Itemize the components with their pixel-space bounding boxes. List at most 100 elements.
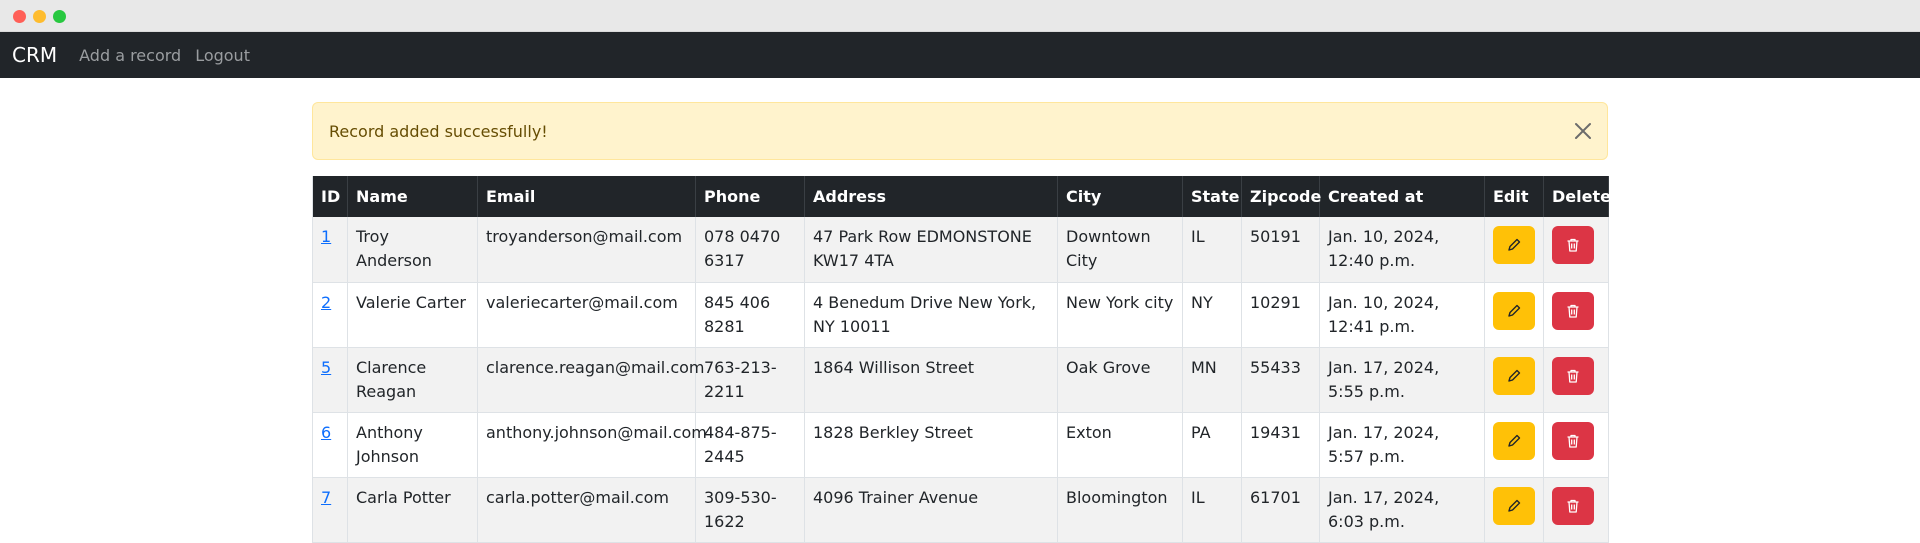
cell-address: 47 Park Row EDMONSTONE KW17 4TA <box>804 217 1058 283</box>
cell-edit <box>1484 412 1544 478</box>
cell-created-at: Jan. 17, 2024, 5:57 p.m. <box>1319 412 1485 478</box>
delete-button[interactable] <box>1552 356 1594 395</box>
record-id-link[interactable]: 6 <box>321 423 331 442</box>
cell-name: Anthony Johnson <box>347 412 478 478</box>
nav-link-logout[interactable]: Logout <box>195 46 250 65</box>
edit-button[interactable] <box>1493 356 1535 395</box>
cell-email: anthony.johnson@mail.com <box>477 412 707 478</box>
window-close-button[interactable] <box>13 10 26 23</box>
trash-icon <box>1567 499 1579 513</box>
success-alert: Record added successfully! <box>312 102 1608 160</box>
cell-email: valeriecarter@mail.com <box>477 282 696 348</box>
window-minimize-button[interactable] <box>33 10 46 23</box>
trash-icon <box>1567 304 1579 318</box>
cell-name: Valerie Carter <box>347 282 478 348</box>
cell-created-at: Jan. 17, 2024, 5:55 p.m. <box>1319 347 1485 413</box>
cell-state: IL <box>1182 217 1242 283</box>
table-row: 6 Anthony Johnson anthony.johnson@mail.c… <box>312 412 1609 478</box>
header-created-at: Created at <box>1319 176 1485 217</box>
edit-button[interactable] <box>1493 226 1535 264</box>
header-zipcode: Zipcode <box>1241 176 1321 217</box>
pencil-icon <box>1508 434 1521 447</box>
window-maximize-button[interactable] <box>53 10 66 23</box>
window-titlebar <box>0 0 1920 32</box>
alert-message: Record added successfully! <box>329 121 548 141</box>
records-table: ID Name Email Phone Address City State Z… <box>312 176 1611 543</box>
header-delete: Delete <box>1543 176 1611 217</box>
table-header-row: ID Name Email Phone Address City State Z… <box>312 176 1611 217</box>
delete-button[interactable] <box>1552 291 1594 330</box>
record-id-link[interactable]: 2 <box>321 293 331 312</box>
edit-button[interactable] <box>1493 291 1535 330</box>
edit-button[interactable] <box>1493 486 1535 525</box>
table-row: 1 Troy Anderson troyanderson@mail.com 07… <box>312 217 1609 283</box>
nav-link-add-record[interactable]: Add a record <box>79 46 181 65</box>
cell-city: Bloomington <box>1057 477 1183 543</box>
cell-city: Downtown City <box>1057 217 1183 283</box>
record-id-link[interactable]: 1 <box>321 227 331 246</box>
edit-button[interactable] <box>1493 421 1535 460</box>
pencil-icon <box>1508 499 1521 512</box>
header-name: Name <box>347 176 478 217</box>
cell-zipcode: 10291 <box>1241 282 1320 348</box>
header-address: Address <box>804 176 1058 217</box>
delete-button[interactable] <box>1552 486 1594 525</box>
header-state: State <box>1182 176 1242 217</box>
navbar-brand[interactable]: CRM <box>12 43 57 67</box>
cell-email: clarence.reagan@mail.com <box>477 347 705 413</box>
cell-name: Troy Anderson <box>347 217 478 283</box>
header-phone: Phone <box>695 176 805 217</box>
header-city: City <box>1057 176 1183 217</box>
record-id-link[interactable]: 5 <box>321 358 331 377</box>
cell-phone: 845 406 8281 <box>695 282 805 348</box>
cell-zipcode: 61701 <box>1241 477 1320 543</box>
trash-icon <box>1567 369 1579 383</box>
cell-address: 4 Benedum Drive New York, NY 10011 <box>804 282 1058 348</box>
cell-edit <box>1484 217 1544 283</box>
cell-id: 2 <box>312 282 348 348</box>
header-edit: Edit <box>1484 176 1544 217</box>
cell-state: MN <box>1182 347 1242 413</box>
main-container: Record added successfully! ID Name Email… <box>312 102 1611 543</box>
cell-created-at: Jan. 10, 2024, 12:40 p.m. <box>1319 217 1485 283</box>
cell-edit <box>1484 282 1544 348</box>
cell-state: IL <box>1182 477 1242 543</box>
cell-city: New York city <box>1057 282 1183 348</box>
cell-phone: 484-875-2445 <box>695 412 805 478</box>
cell-phone: 309-530-1622 <box>695 477 805 543</box>
cell-id: 7 <box>312 477 348 543</box>
cell-name: Carla Potter <box>347 477 478 543</box>
cell-phone: 763-213-2211 <box>695 347 805 413</box>
top-navbar: CRM Add a record Logout <box>0 32 1920 78</box>
delete-button[interactable] <box>1552 226 1594 264</box>
cell-delete <box>1543 412 1609 478</box>
cell-city: Exton <box>1057 412 1183 478</box>
header-email: Email <box>477 176 696 217</box>
record-id-link[interactable]: 7 <box>321 488 331 507</box>
cell-address: 1828 Berkley Street <box>804 412 1058 478</box>
trash-icon <box>1567 238 1579 252</box>
cell-city: Oak Grove <box>1057 347 1183 413</box>
cell-state: NY <box>1182 282 1242 348</box>
cell-zipcode: 55433 <box>1241 347 1320 413</box>
cell-delete <box>1543 347 1609 413</box>
cell-zipcode: 50191 <box>1241 217 1320 283</box>
delete-button[interactable] <box>1552 421 1594 460</box>
cell-name: Clarence Reagan <box>347 347 478 413</box>
cell-address: 1864 Willison Street <box>804 347 1058 413</box>
cell-id: 1 <box>312 217 348 283</box>
pencil-icon <box>1508 369 1521 382</box>
pencil-icon <box>1508 304 1521 317</box>
cell-delete <box>1543 282 1609 348</box>
cell-phone: 078 0470 6317 <box>695 217 805 283</box>
trash-icon <box>1567 434 1579 448</box>
cell-created-at: Jan. 10, 2024, 12:41 p.m. <box>1319 282 1485 348</box>
cell-created-at: Jan. 17, 2024, 6:03 p.m. <box>1319 477 1485 543</box>
cell-edit <box>1484 477 1544 543</box>
cell-delete <box>1543 217 1609 283</box>
cell-zipcode: 19431 <box>1241 412 1320 478</box>
pencil-icon <box>1508 238 1521 251</box>
cell-state: PA <box>1182 412 1242 478</box>
close-icon[interactable] <box>1573 121 1593 141</box>
table-row: 2 Valerie Carter valeriecarter@mail.com … <box>312 282 1609 348</box>
